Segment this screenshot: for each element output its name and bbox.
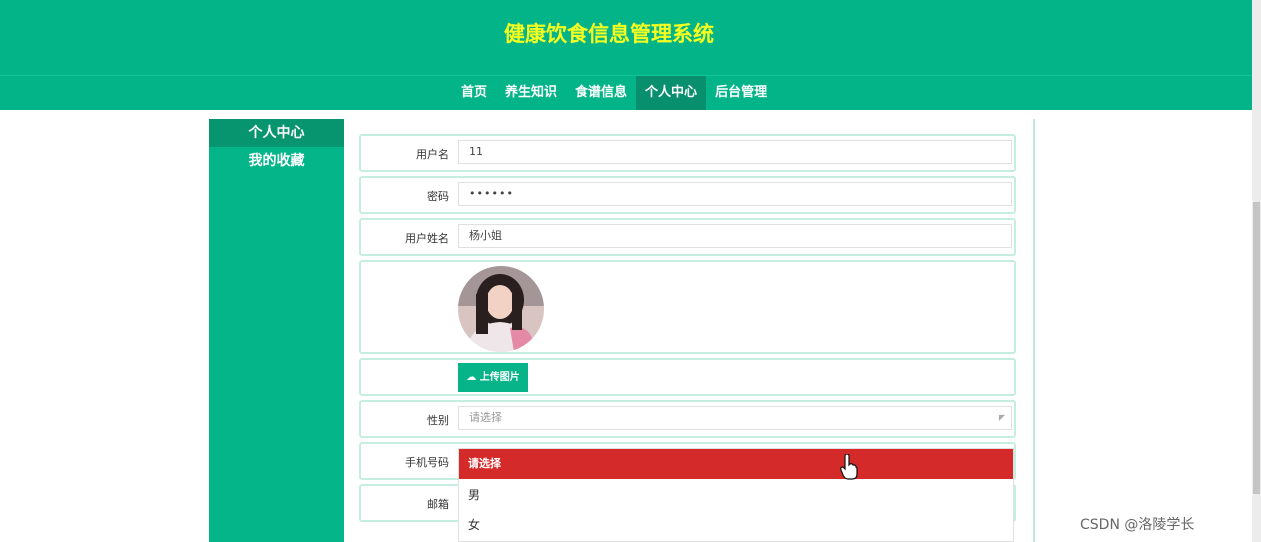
nav-personal-center[interactable]: 个人中心: [636, 76, 707, 110]
form-row-upload: ☁ 上传图片: [359, 358, 1016, 396]
nav-recipes[interactable]: 食谱信息: [566, 76, 636, 110]
nav-home[interactable]: 首页: [452, 76, 496, 110]
form-row-password: 密码 ••••••: [359, 176, 1016, 214]
hand-pointer-icon: [840, 453, 858, 484]
realname-label: 用户姓名: [405, 232, 449, 245]
password-input[interactable]: ••••••: [458, 182, 1012, 206]
form-row-gender: 性别 请选择 ◤: [359, 400, 1016, 438]
gender-dropdown-menu: 请选择 男 女: [458, 448, 1014, 542]
nav-health-knowledge[interactable]: 养生知识: [496, 76, 566, 110]
select-arrow-icon: ◤: [998, 413, 1005, 422]
username-label: 用户名: [416, 148, 449, 161]
form-row-avatar: [359, 260, 1016, 354]
sidebar-item-personal-center[interactable]: 个人中心: [209, 119, 344, 147]
realname-input[interactable]: 杨小姐: [458, 224, 1012, 248]
password-label: 密码: [427, 190, 449, 203]
site-title: 健康饮食信息管理系统: [504, 22, 714, 46]
gender-select-placeholder: 请选择: [469, 411, 502, 424]
phone-label: 手机号码: [405, 456, 449, 469]
nav-admin[interactable]: 后台管理: [706, 76, 776, 110]
gender-select[interactable]: 请选择 ◤: [458, 406, 1012, 430]
watermark: CSDN @洛陵学长: [1080, 517, 1195, 533]
upload-image-label: 上传图片: [479, 372, 520, 383]
upload-image-button[interactable]: ☁ 上传图片: [458, 363, 528, 392]
dropdown-option-male[interactable]: 男: [468, 486, 480, 503]
dropdown-option-placeholder[interactable]: 请选择: [459, 449, 1013, 479]
scrollbar-thumb[interactable]: [1253, 202, 1260, 494]
sidebar-item-favorites[interactable]: 我的收藏: [209, 147, 344, 175]
form-row-username: 用户名 11: [359, 134, 1016, 172]
cloud-upload-icon: ☁: [466, 372, 477, 383]
form-row-realname: 用户姓名 杨小姐: [359, 218, 1016, 256]
panel-border: [1033, 119, 1035, 542]
sidebar: 个人中心 我的收藏: [209, 119, 344, 542]
avatar: [458, 266, 544, 352]
top-nav: 首页 养生知识 食谱信息 个人中心 后台管理: [452, 76, 776, 110]
email-label: 邮箱: [427, 498, 449, 511]
username-input[interactable]: 11: [458, 140, 1012, 164]
dropdown-option-female[interactable]: 女: [468, 516, 480, 533]
gender-label: 性别: [427, 414, 449, 427]
